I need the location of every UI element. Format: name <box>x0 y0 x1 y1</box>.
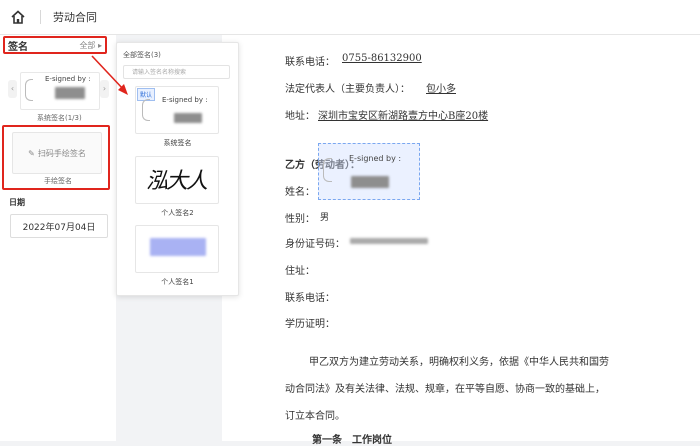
annotation-arrow <box>91 55 128 95</box>
